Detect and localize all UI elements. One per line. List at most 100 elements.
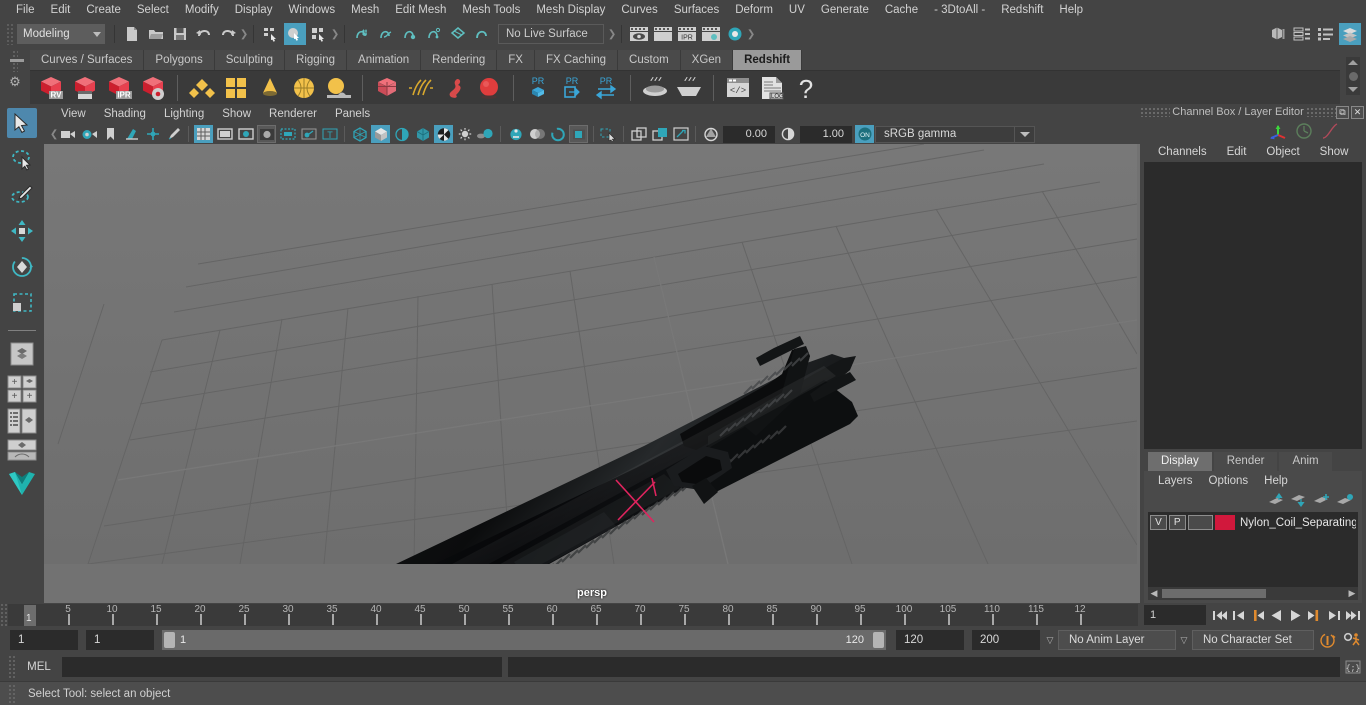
live-surface-field[interactable]: No Live Surface (498, 24, 604, 44)
time-slider[interactable]: 1 5 10 15 20 25 30 35 40 45 50 55 60 65 70 75 80 85 90 95 1… (8, 604, 1138, 626)
menu-windows[interactable]: Windows (280, 0, 343, 20)
snap-to-point-icon[interactable] (399, 23, 421, 45)
isolate-select-icon[interactable] (599, 125, 618, 143)
gamma-field[interactable]: 1.00 (800, 125, 852, 143)
layer-menu-options[interactable]: Options (1201, 475, 1257, 487)
viewport-menu-lighting[interactable]: Lighting (155, 108, 213, 120)
perspective-viewport[interactable]: y x z persp (44, 144, 1140, 603)
color-management-dropdown-arrow[interactable] (1015, 125, 1035, 143)
redshift-ipr-button[interactable]: IPR (103, 73, 135, 103)
snap-to-grid-icon[interactable] (351, 23, 373, 45)
move-layer-up-icon[interactable] (1267, 493, 1285, 507)
viewport-menu-show[interactable]: Show (213, 108, 260, 120)
shelf-tab-redshift[interactable]: Redshift (733, 50, 803, 70)
menu-create[interactable]: Create (78, 0, 129, 20)
exposure-icon[interactable] (701, 125, 720, 143)
select-by-object-icon[interactable] (284, 23, 306, 45)
animation-start-field[interactable]: 1 (86, 630, 154, 650)
multisample-aa-icon[interactable] (548, 125, 567, 143)
channel-box-content[interactable] (1144, 162, 1362, 449)
snap-to-projected-center-icon[interactable] (423, 23, 445, 45)
paint-select-tool-button[interactable] (7, 180, 37, 210)
xray-active-components-icon[interactable]: T (320, 125, 339, 143)
redshift-pr-object-button[interactable]: PR (522, 73, 554, 103)
redshift-physical-sky-button[interactable] (322, 73, 354, 103)
color-management-toggle-icon[interactable]: ON (855, 125, 874, 143)
render-settings-icon[interactable] (700, 23, 722, 45)
channelbox-menu-channels[interactable]: Channels (1148, 146, 1217, 158)
select-tool-button[interactable] (7, 108, 37, 138)
menu-display[interactable]: Display (227, 0, 281, 20)
range-right-handle[interactable] (873, 632, 884, 648)
viewport-menu-panels[interactable]: Panels (326, 108, 379, 120)
play-backwards-button[interactable] (1267, 604, 1286, 626)
go-to-start-button[interactable] (1210, 604, 1229, 626)
viewport-menu-renderer[interactable]: Renderer (260, 108, 326, 120)
menu-file[interactable]: File (8, 0, 43, 20)
status-line-grip[interactable] (6, 23, 14, 45)
tab-render[interactable]: Render (1213, 452, 1278, 471)
step-forward-frame-button[interactable] (1305, 604, 1324, 626)
redshift-material-grid-button[interactable] (220, 73, 252, 103)
bookmark-icon[interactable] (101, 125, 120, 143)
scroll-right-arrow-icon[interactable]: ▶ (1346, 588, 1358, 599)
channelbox-menu-show[interactable]: Show (1310, 146, 1359, 158)
range-start-field[interactable]: 1 (10, 630, 78, 650)
redshift-script-editor-button[interactable]: </> (722, 73, 754, 103)
channelbox-menu-object[interactable]: Object (1256, 146, 1309, 158)
menu-edit[interactable]: Edit (43, 0, 79, 20)
depth-of-field-icon[interactable] (569, 125, 588, 143)
layer-playback-toggle[interactable]: P (1168, 515, 1186, 530)
layer-name[interactable]: Nylon_Coil_Separating (1240, 517, 1356, 529)
menu-select[interactable]: Select (129, 0, 177, 20)
shelf-tab-custom[interactable]: Custom (618, 50, 681, 70)
layer-menu-help[interactable]: Help (1256, 475, 1296, 487)
menu-deform[interactable]: Deform (727, 0, 781, 20)
shelf-tab-xgen[interactable]: XGen (680, 50, 734, 70)
grease-pencil-icon[interactable] (164, 125, 183, 143)
anim-layer-dropdown-arrow[interactable]: ▽ (1042, 635, 1058, 646)
step-back-keyframe-button[interactable] (1229, 604, 1248, 626)
use-default-material-icon[interactable] (413, 125, 432, 143)
shelf-menu-icon[interactable] (10, 59, 24, 62)
paint-effects-toggle-icon[interactable] (629, 125, 648, 143)
move-layer-down-icon[interactable] (1289, 493, 1307, 507)
gamma-icon[interactable] (778, 125, 797, 143)
shelf-tab-rendering[interactable]: Rendering (421, 50, 498, 70)
gate-mask-icon[interactable] (257, 125, 276, 143)
smooth-shading-icon[interactable] (371, 125, 390, 143)
channel-box-icon[interactable] (1339, 23, 1361, 45)
redshift-render-settings-button[interactable] (137, 73, 169, 103)
viewport-menu-shading[interactable]: Shading (95, 108, 155, 120)
character-set-dropdown-arrow[interactable]: ▽ (1176, 635, 1192, 646)
layer-display-type-toggle[interactable] (1187, 515, 1214, 530)
panel-grip[interactable] (1140, 107, 1170, 117)
new-layer-icon[interactable] (1313, 493, 1331, 507)
layer-list-horizontal-scrollbar[interactable]: ◀ ▶ (1148, 587, 1358, 600)
redshift-log-button[interactable]: .LOG (756, 73, 788, 103)
clock-icon[interactable] (1294, 122, 1314, 140)
snap-to-view-plane-icon[interactable] (447, 23, 469, 45)
command-input-field[interactable] (62, 657, 502, 677)
ipr-render-icon[interactable]: IPR (676, 23, 698, 45)
layer-list[interactable]: V P Nylon_Coil_Separating (1148, 512, 1358, 587)
xray-icon[interactable] (278, 125, 297, 143)
screen-space-ao-icon[interactable] (506, 125, 525, 143)
shelf-scroll-spinner[interactable] (1346, 57, 1360, 95)
xray-toggle-icon[interactable] (650, 125, 669, 143)
redshift-bake-all-button[interactable] (673, 73, 705, 103)
status-section-collapse-2[interactable]: ❯ (331, 24, 339, 44)
scroll-left-arrow-icon[interactable]: ◀ (1148, 588, 1160, 599)
hypershade-icon[interactable] (724, 23, 746, 45)
select-camera-icon[interactable] (59, 125, 78, 143)
menu-edit-mesh[interactable]: Edit Mesh (387, 0, 454, 20)
command-language-label[interactable]: MEL (16, 661, 62, 673)
motion-blur-icon[interactable] (527, 125, 546, 143)
go-to-end-button[interactable] (1343, 604, 1362, 626)
step-forward-keyframe-button[interactable] (1324, 604, 1343, 626)
status-section-collapse-3[interactable]: ❯ (608, 24, 616, 44)
viewport-toolbar-collapse[interactable]: ❮ (50, 124, 58, 144)
character-set-select[interactable]: No Character Set (1192, 630, 1314, 650)
film-gate-icon[interactable] (215, 125, 234, 143)
camera-attributes-icon[interactable] (80, 125, 99, 143)
